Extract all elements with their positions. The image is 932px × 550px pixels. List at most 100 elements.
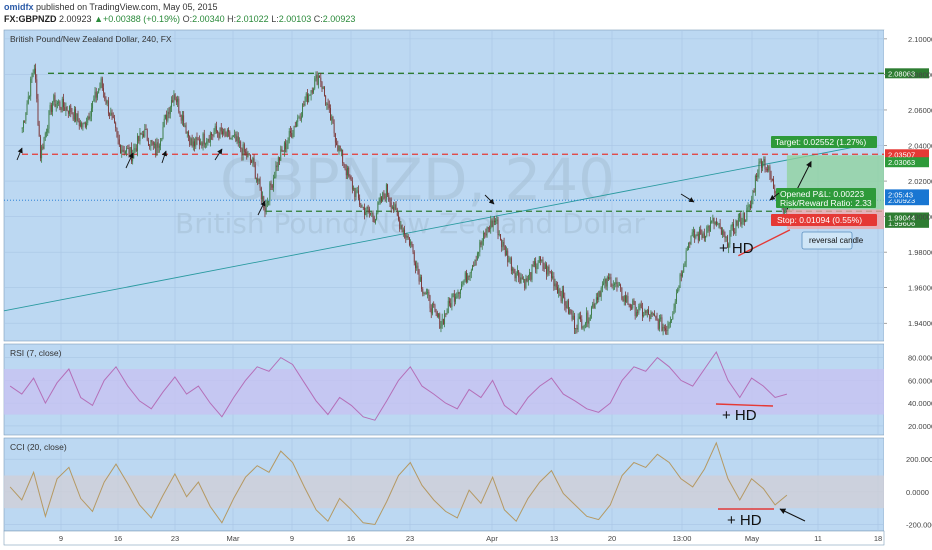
candle-body[interactable] [610,277,612,286]
candle-body[interactable] [702,233,704,238]
candle-body[interactable] [395,204,397,210]
candle-body[interactable] [549,271,551,273]
candle-body[interactable] [82,124,84,128]
candle-body[interactable] [275,165,277,177]
candle-body[interactable] [739,213,740,218]
candle-body[interactable] [638,305,640,313]
candle-body[interactable] [427,291,429,294]
candle-body[interactable] [274,176,276,179]
candle-body[interactable] [118,139,120,145]
candle-body[interactable] [367,206,369,209]
candle-body[interactable] [439,313,441,329]
candle-body[interactable] [693,230,694,233]
candle-body[interactable] [281,149,283,152]
candle-body[interactable] [523,279,524,280]
candle-body[interactable] [80,122,81,127]
candle-body[interactable] [286,144,288,150]
candle-body[interactable] [107,100,109,114]
candle-body[interactable] [604,278,606,284]
candle-body[interactable] [383,192,385,197]
candle-body[interactable] [576,328,578,330]
candle-body[interactable] [474,259,476,266]
candle-body[interactable] [106,100,108,104]
candle-body[interactable] [65,106,67,111]
candle-body[interactable] [542,259,544,268]
candle-body[interactable] [220,127,222,132]
candle-body[interactable] [330,108,331,121]
candle-body[interactable] [262,196,263,200]
candle-body[interactable] [251,160,253,163]
candle-body[interactable] [695,236,697,238]
candle-body[interactable] [689,242,691,244]
candle-body[interactable] [765,169,767,170]
candle-body[interactable] [254,164,256,179]
candle-body[interactable] [736,220,738,226]
candle-body[interactable] [564,297,566,306]
candle-body[interactable] [252,157,254,163]
candle-body[interactable] [72,113,74,120]
candle-body[interactable] [640,304,642,308]
candle-body[interactable] [226,129,228,137]
candle-body[interactable] [384,196,386,199]
candle-body[interactable] [110,112,112,116]
candle-body[interactable] [308,95,310,103]
candle-body[interactable] [161,138,163,142]
candle-body[interactable] [639,304,641,306]
candle-body[interactable] [415,262,416,269]
candle-body[interactable] [432,304,433,314]
candle-body[interactable] [24,120,26,122]
candle-body[interactable] [606,277,608,287]
candle-body[interactable] [223,129,225,135]
candle-body[interactable] [760,161,762,168]
candle-body[interactable] [169,107,171,115]
candle-body[interactable] [165,114,166,119]
candle-body[interactable] [311,90,313,93]
candle-body[interactable] [405,234,407,238]
candle-body[interactable] [701,234,703,238]
candle-body[interactable] [774,188,776,193]
candle-body[interactable] [317,75,319,85]
candle-body[interactable] [353,187,354,190]
candle-body[interactable] [416,265,418,269]
candle-body[interactable] [349,175,351,177]
candle-body[interactable] [731,223,733,227]
candle-body[interactable] [104,92,106,100]
candle-body[interactable] [503,241,505,246]
candle-body[interactable] [424,293,426,294]
candle-body[interactable] [38,124,40,137]
candle-body[interactable] [459,289,461,294]
candle-body[interactable] [589,315,591,321]
candle-body[interactable] [344,165,346,170]
candle-body[interactable] [632,300,634,308]
candle-body[interactable] [441,318,443,326]
candle-body[interactable] [196,137,198,140]
candle-body[interactable] [651,312,653,315]
candle-body[interactable] [629,304,631,308]
candle-body[interactable] [141,134,143,135]
candle-body[interactable] [345,169,347,176]
candle-body[interactable] [123,150,125,154]
candle-body[interactable] [410,242,412,245]
candle-body[interactable] [469,273,471,277]
candle-body[interactable] [253,157,255,165]
candle-body[interactable] [35,68,36,80]
candle-body[interactable] [396,209,398,216]
candle-body[interactable] [101,78,103,89]
candle-body[interactable] [510,258,512,271]
candle-body[interactable] [467,275,469,282]
candle-body[interactable] [129,147,131,156]
candle-body[interactable] [319,75,321,78]
candle-body[interactable] [723,230,725,236]
candle-body[interactable] [594,303,596,309]
candle-body[interactable] [646,309,648,313]
candle-body[interactable] [714,221,716,224]
candle-body[interactable] [411,242,413,246]
candle-body[interactable] [331,116,333,121]
candle-body[interactable] [491,220,493,227]
candle-body[interactable] [730,226,732,234]
candle-body[interactable] [570,309,572,314]
candle-body[interactable] [436,312,438,317]
candle-body[interactable] [341,149,342,152]
candle-body[interactable] [691,232,693,237]
candle-body[interactable] [167,111,169,121]
